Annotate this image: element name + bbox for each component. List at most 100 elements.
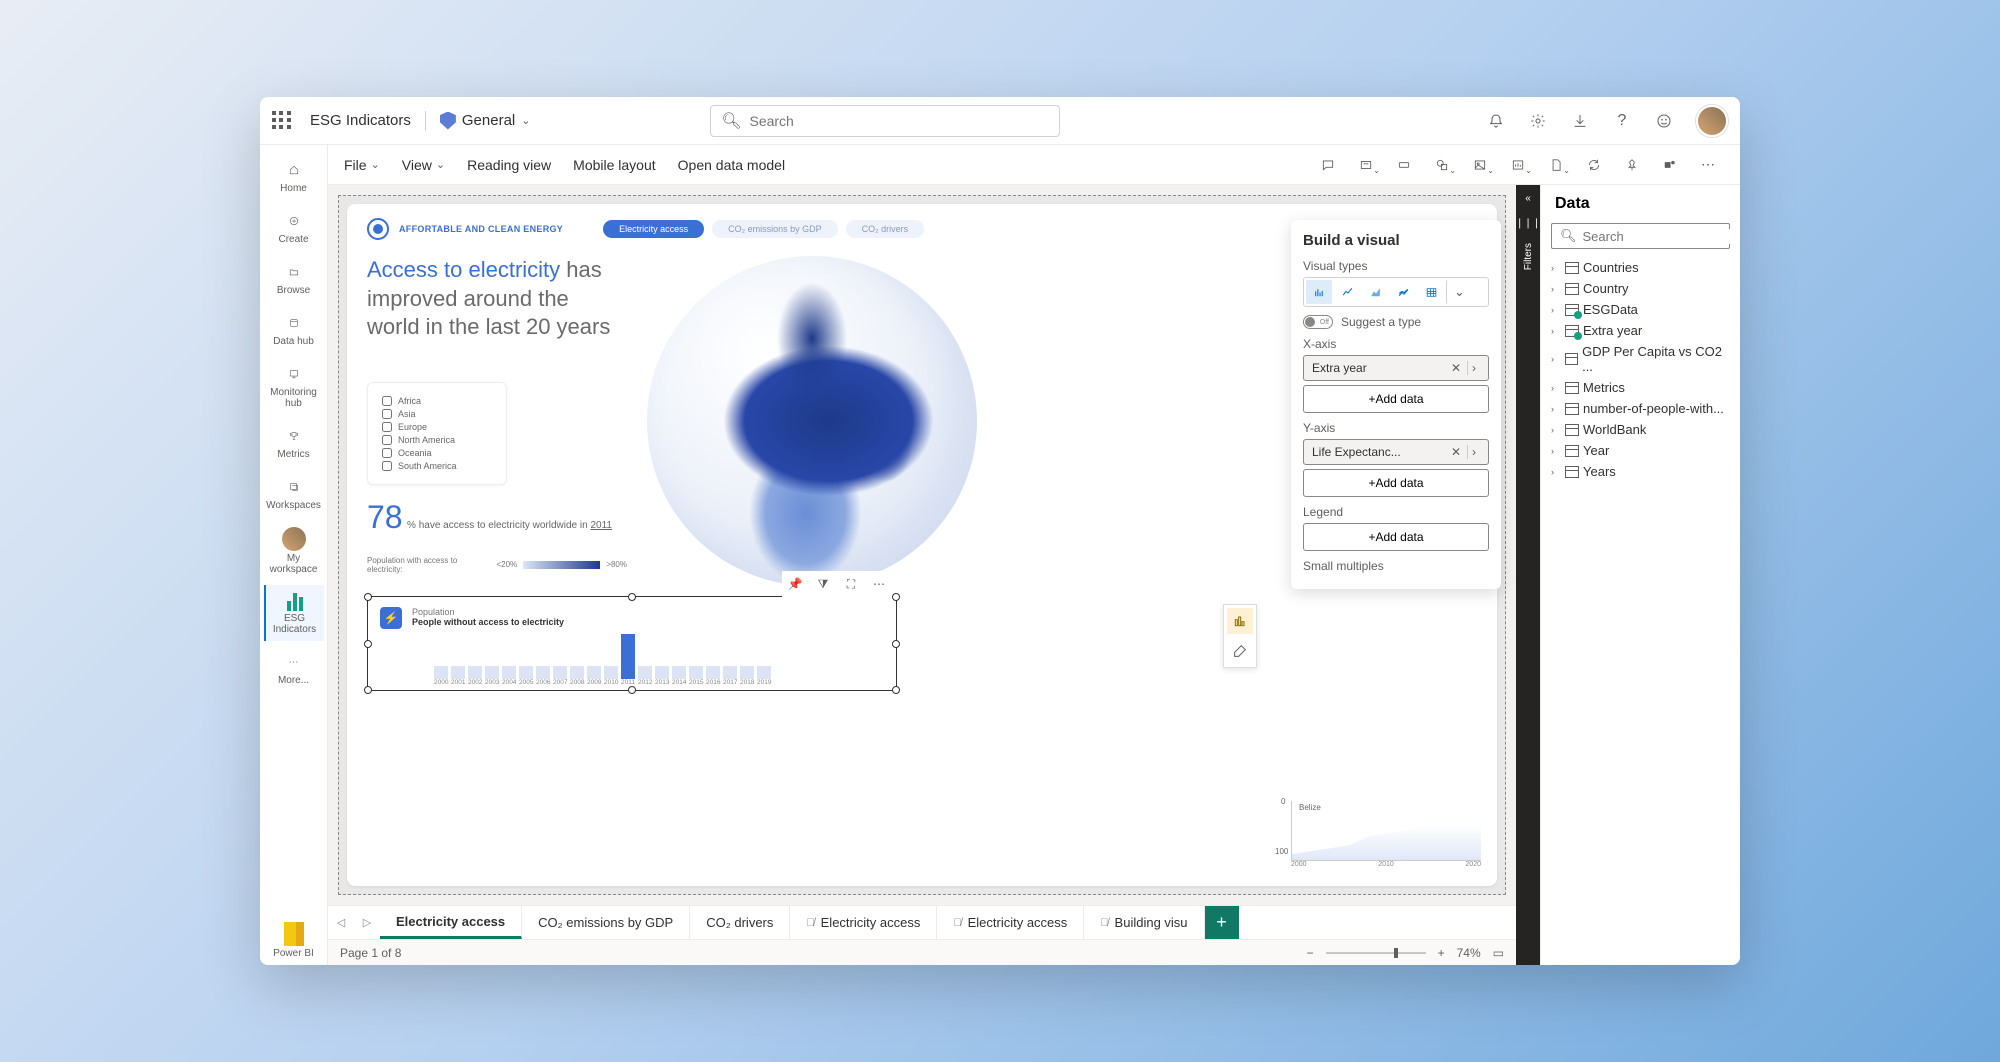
- xaxis-add-data-button[interactable]: +Add data: [1303, 385, 1489, 413]
- legend-add-data-button[interactable]: +Add data: [1303, 523, 1489, 551]
- menu-file[interactable]: File ⌄: [344, 157, 380, 173]
- pill-co2-gdp[interactable]: CO₂ emissions by GDP: [712, 220, 838, 238]
- teams-icon[interactable]: [1654, 151, 1686, 179]
- table-item[interactable]: ›Metrics: [1549, 377, 1732, 398]
- bar[interactable]: [502, 666, 516, 679]
- expand-caret-icon[interactable]: ›: [1551, 263, 1561, 273]
- nav-create[interactable]: Create: [264, 204, 324, 251]
- menu-reading-view[interactable]: Reading view: [467, 157, 551, 173]
- bar[interactable]: [536, 666, 550, 679]
- bar[interactable]: [638, 666, 652, 679]
- table-item[interactable]: ›WorldBank: [1549, 419, 1732, 440]
- search-input[interactable]: [749, 113, 1049, 129]
- field-menu-icon[interactable]: ›: [1468, 445, 1480, 459]
- table-item[interactable]: ›ESGData: [1549, 299, 1732, 320]
- expand-caret-icon[interactable]: ›: [1551, 404, 1561, 414]
- page-tab[interactable]: Electricity access: [380, 906, 522, 939]
- pin-icon[interactable]: [1616, 151, 1648, 179]
- mini-line-chart[interactable]: 0 Belize 100 200020102020: [1291, 801, 1481, 868]
- nav-datahub[interactable]: Data hub: [264, 306, 324, 353]
- expand-caret-icon[interactable]: ›: [1551, 326, 1561, 336]
- feedback-icon[interactable]: [1654, 111, 1674, 131]
- help-icon[interactable]: ?: [1612, 111, 1632, 131]
- yaxis-field-well[interactable]: Life Expectanc...✕›: [1303, 439, 1489, 465]
- remove-field-icon[interactable]: ✕: [1445, 361, 1467, 375]
- field-menu-icon[interactable]: ›: [1468, 361, 1480, 375]
- user-avatar[interactable]: [1696, 105, 1728, 137]
- refresh-icon[interactable]: [1578, 151, 1610, 179]
- table-item[interactable]: ›number-of-people-with...: [1549, 398, 1732, 419]
- slicer-item-north-america[interactable]: North America: [382, 435, 492, 445]
- data-search-input[interactable]: [1583, 229, 1740, 244]
- canvas-viewport[interactable]: AFFORTABLE AND CLEAN ENERGY Electricity …: [328, 185, 1516, 905]
- bar[interactable]: [451, 666, 465, 679]
- bar[interactable]: [553, 666, 567, 679]
- nav-monitoring[interactable]: Monitoring hub: [264, 357, 324, 415]
- chat-icon[interactable]: [1312, 151, 1344, 179]
- table-item[interactable]: ›Extra year: [1549, 320, 1732, 341]
- zoom-slider[interactable]: [1326, 952, 1426, 954]
- bar-chart-visual-selected[interactable]: 📌 ⧩ ⛶ ⋯: [367, 596, 897, 691]
- settings-icon[interactable]: [1528, 111, 1548, 131]
- format-build-icon[interactable]: [1227, 608, 1253, 634]
- download-icon[interactable]: [1570, 111, 1590, 131]
- zoom-in-button[interactable]: +: [1438, 946, 1445, 960]
- bar[interactable]: [723, 666, 737, 679]
- menu-mobile-layout[interactable]: Mobile layout: [573, 157, 656, 173]
- table-item[interactable]: ›Country: [1549, 278, 1732, 299]
- bar[interactable]: [519, 666, 533, 679]
- shapes-icon[interactable]: ⌄: [1426, 151, 1458, 179]
- slicer-item-south-america[interactable]: South America: [382, 461, 492, 471]
- pill-co2-drivers[interactable]: CO₂ drivers: [846, 220, 925, 238]
- expand-caret-icon[interactable]: ›: [1551, 354, 1561, 364]
- remove-field-icon[interactable]: ✕: [1445, 445, 1467, 459]
- notifications-icon[interactable]: [1486, 111, 1506, 131]
- visual-pin-icon[interactable]: 📌: [784, 573, 806, 595]
- table-item[interactable]: ›Countries: [1549, 257, 1732, 278]
- bar[interactable]: [468, 666, 482, 679]
- bar[interactable]: [740, 666, 754, 679]
- visual-focus-icon[interactable]: ⛶: [840, 573, 862, 595]
- nav-esg-indicators[interactable]: ESG Indicators: [264, 585, 324, 641]
- button-icon[interactable]: [1388, 151, 1420, 179]
- tab-scroll-right[interactable]: ▷: [354, 906, 380, 939]
- page-tab[interactable]: 👁̸Electricity access: [937, 906, 1084, 939]
- xaxis-field-well[interactable]: Extra year✕›: [1303, 355, 1489, 381]
- fit-page-icon[interactable]: ▭: [1493, 946, 1504, 960]
- globe-map-visual[interactable]: [647, 256, 977, 586]
- menu-view[interactable]: View ⌄: [402, 157, 445, 173]
- page-tab[interactable]: 👁̸Electricity access: [790, 906, 937, 939]
- visual-filter-icon[interactable]: ⧩: [812, 573, 834, 595]
- page-tab[interactable]: 👁̸Building visu: [1084, 906, 1204, 939]
- table-item[interactable]: ›Years: [1549, 461, 1732, 482]
- expand-caret-icon[interactable]: ›: [1551, 305, 1561, 315]
- vistype-area-icon[interactable]: [1362, 280, 1388, 304]
- channel-dropdown[interactable]: General ⌄: [440, 112, 531, 130]
- zoom-out-button[interactable]: −: [1307, 946, 1314, 960]
- bar[interactable]: [604, 666, 618, 679]
- bar[interactable]: [621, 634, 635, 679]
- page-icon[interactable]: ⌄: [1540, 151, 1572, 179]
- bar[interactable]: [672, 666, 686, 679]
- expand-caret-icon[interactable]: ›: [1551, 425, 1561, 435]
- nav-workspaces[interactable]: Workspaces: [264, 470, 324, 517]
- overflow-icon[interactable]: ⋯: [1692, 151, 1724, 179]
- tab-scroll-left[interactable]: ◁: [328, 906, 354, 939]
- image-icon[interactable]: ⌄: [1464, 151, 1496, 179]
- bar[interactable]: [434, 666, 448, 679]
- bar[interactable]: [570, 666, 584, 679]
- nav-metrics[interactable]: Metrics: [264, 419, 324, 466]
- yaxis-add-data-button[interactable]: +Add data: [1303, 469, 1489, 497]
- nav-powerbi[interactable]: Power BI: [264, 916, 324, 965]
- bar[interactable]: [485, 666, 499, 679]
- expand-caret-icon[interactable]: ›: [1551, 446, 1561, 456]
- region-slicer[interactable]: Africa Asia Europe North America Oceania…: [367, 382, 507, 485]
- expand-caret-icon[interactable]: ›: [1551, 284, 1561, 294]
- vistype-line-icon[interactable]: [1334, 280, 1360, 304]
- visual-more-icon[interactable]: ⋯: [868, 573, 890, 595]
- expand-filters-icon[interactable]: «: [1525, 193, 1531, 204]
- vistype-clustered-bar-icon[interactable]: [1306, 280, 1332, 304]
- nav-more[interactable]: ⋯More...: [264, 645, 324, 692]
- nav-browse[interactable]: Browse: [264, 255, 324, 302]
- bar[interactable]: [689, 666, 703, 679]
